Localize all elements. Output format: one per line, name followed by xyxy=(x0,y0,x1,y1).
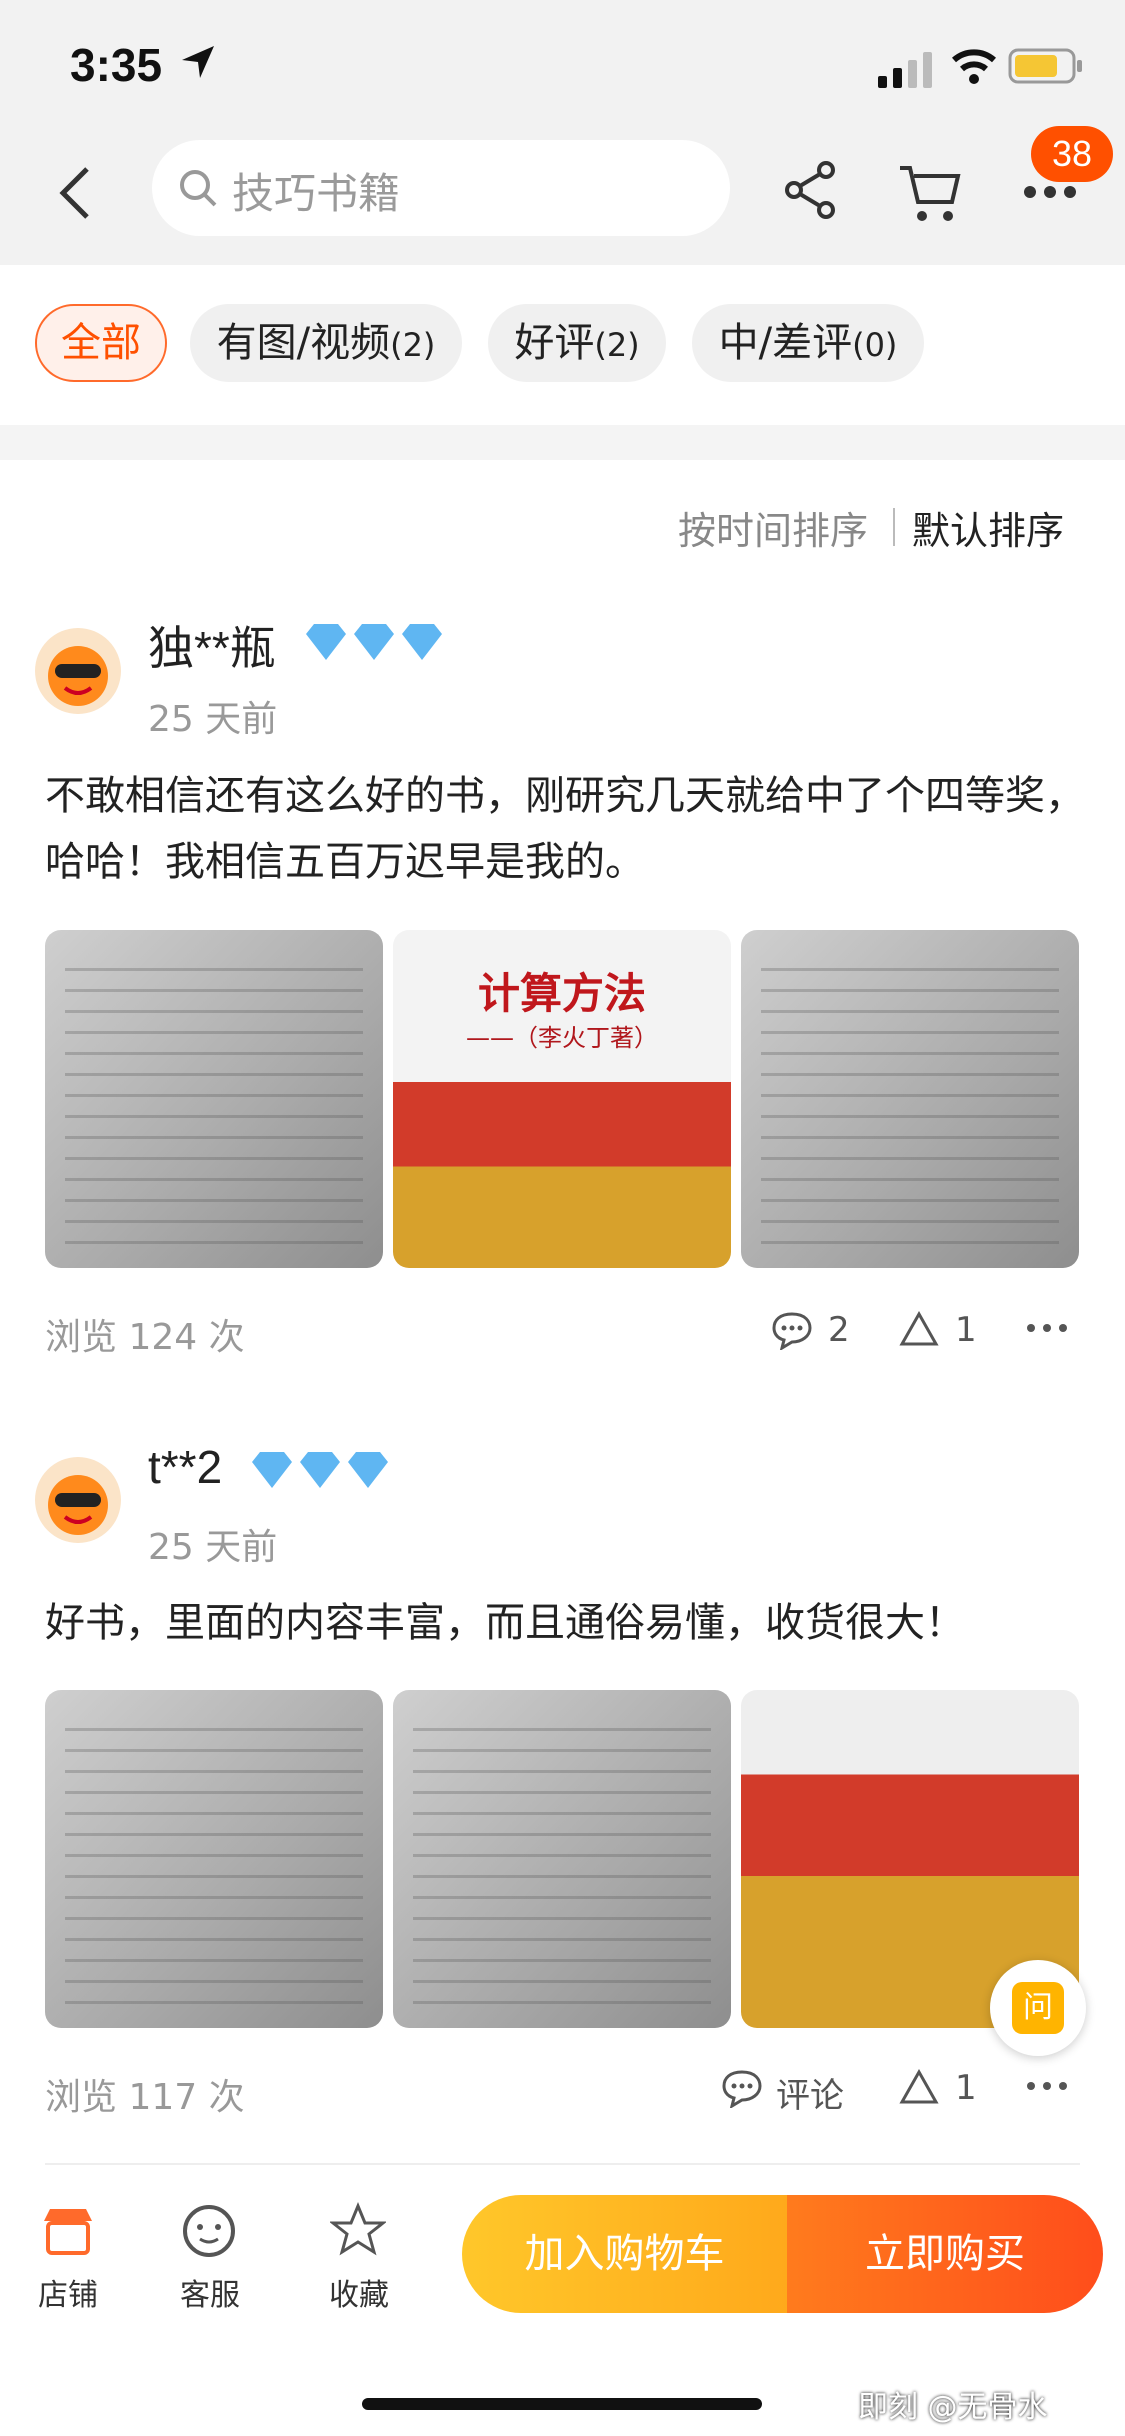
review-date: 25 天前 xyxy=(148,699,278,740)
avatar[interactable] xyxy=(35,1457,121,1543)
back-icon[interactable] xyxy=(55,165,95,221)
like-icon[interactable] xyxy=(898,2068,940,2106)
battery-icon xyxy=(1008,48,1082,84)
review-username: 独**瓶 xyxy=(148,622,276,674)
like-count: 1 xyxy=(955,2068,977,2108)
comment-label[interactable]: 评论 xyxy=(776,2068,844,2117)
review-text: 不敢相信还有这么好的书，刚研究几天就给中了个四等奖，哈哈！我相信五百万迟早是我的… xyxy=(45,773,1085,885)
star-icon xyxy=(330,2202,386,2256)
comment-icon[interactable] xyxy=(770,1310,814,1350)
filter-neutral-negative[interactable]: 中/差评(0) xyxy=(692,304,924,382)
section-divider xyxy=(0,425,1125,460)
review-photo[interactable] xyxy=(45,930,383,1268)
add-to-cart-button[interactable]: 加入购物车 xyxy=(462,2195,787,2313)
share-icon[interactable] xyxy=(782,160,838,220)
cart-icon[interactable] xyxy=(898,162,962,224)
ask-icon: 问 xyxy=(1012,1982,1064,2034)
search-placeholder: 技巧书籍 xyxy=(232,169,401,218)
filter-all[interactable]: 全部 xyxy=(35,304,167,382)
more-options-icon[interactable] xyxy=(1025,2078,1069,2094)
ask-button[interactable]: 问 xyxy=(990,1960,1086,2056)
more-icon[interactable] xyxy=(1022,180,1078,204)
search-icon xyxy=(180,170,217,207)
cover-title: 计算方法 xyxy=(477,969,646,1018)
filter-with-media[interactable]: 有图/视频(2) xyxy=(190,304,462,382)
vip-diamond-icon xyxy=(252,1452,388,1488)
avatar-mascot-icon xyxy=(48,1475,108,1535)
filter-count: (2) xyxy=(594,326,640,364)
more-badge: 38 xyxy=(1031,126,1113,182)
review-date: 25 天前 xyxy=(148,1527,278,1568)
filter-count: (0) xyxy=(852,326,898,364)
filter-label: 中/差评 xyxy=(718,320,853,366)
sort-divider xyxy=(893,508,895,546)
filter-label: 有图/视频 xyxy=(216,320,391,366)
vip-diamond-icon xyxy=(306,624,442,660)
filter-label: 好评 xyxy=(514,320,595,366)
filter-label: 全部 xyxy=(61,320,141,366)
review-photo[interactable] xyxy=(393,1690,731,2028)
sort-default[interactable]: 默认排序 xyxy=(912,500,1064,555)
shop-icon xyxy=(44,2209,92,2255)
review-photo[interactable] xyxy=(45,1690,383,2028)
home-indicator xyxy=(362,2398,762,2410)
filter-positive[interactable]: 好评(2) xyxy=(488,304,666,382)
view-count: 浏览 117 次 xyxy=(45,2077,245,2118)
like-icon[interactable] xyxy=(898,1310,940,1348)
view-count: 浏览 124 次 xyxy=(45,1317,245,1358)
status-time: 3:35 xyxy=(70,39,163,91)
location-arrow-icon xyxy=(182,46,214,78)
wifi-icon xyxy=(952,49,996,84)
cover-author: ——（李火丁著） xyxy=(466,1024,658,1052)
sort-by-time[interactable]: 按时间排序 xyxy=(678,500,868,555)
customer-service-icon xyxy=(183,2205,235,2257)
avatar[interactable] xyxy=(35,628,121,714)
filter-count: (2) xyxy=(390,326,436,364)
signal-icon xyxy=(878,52,932,88)
review-text: 好书，里面的内容丰富，而且通俗易懂，收货很大！ xyxy=(45,1600,965,1646)
review-photo[interactable] xyxy=(741,930,1079,1268)
comment-count: 2 xyxy=(828,1310,850,1350)
tab-favorite[interactable]: 收藏 xyxy=(304,2270,414,2314)
comment-icon[interactable] xyxy=(720,2068,764,2108)
more-options-icon[interactable] xyxy=(1025,1320,1069,1336)
like-count: 1 xyxy=(955,1310,977,1350)
tab-shop[interactable]: 店铺 xyxy=(13,2270,123,2314)
avatar-mascot-icon xyxy=(48,646,108,706)
watermark: 即刻 @无骨水 xyxy=(858,2390,1048,2425)
review-photo[interactable]: 计算方法 ——（李火丁著） xyxy=(393,930,731,1268)
buy-now-button[interactable]: 立即购买 xyxy=(787,2195,1103,2313)
review-username: t**2 xyxy=(148,1441,223,1493)
divider xyxy=(45,2163,1080,2165)
tab-service[interactable]: 客服 xyxy=(155,2270,265,2314)
